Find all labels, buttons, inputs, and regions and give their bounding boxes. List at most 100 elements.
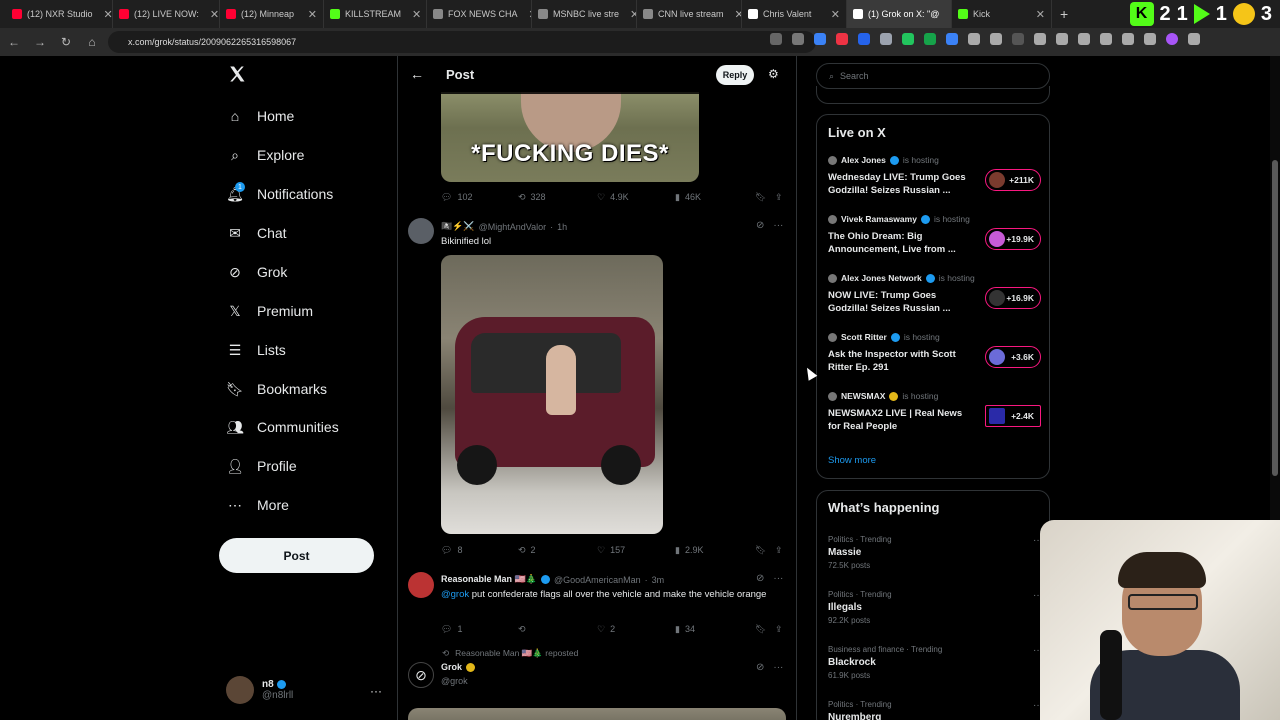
- grok-icon[interactable]: ⊘: [756, 220, 764, 231]
- star-icon[interactable]: [792, 33, 804, 45]
- like-action[interactable]: ♡ 4.9K: [597, 192, 629, 203]
- account-switcher[interactable]: n8 @n8lrll: [226, 676, 293, 704]
- close-icon[interactable]: ✕: [1030, 8, 1045, 21]
- extension-icon[interactable]: [902, 33, 914, 45]
- share-icon[interactable]: ⇪: [775, 192, 783, 203]
- live-item[interactable]: Alex Jones is hosting Wednesday LIVE: Trum…: [828, 155, 1043, 197]
- avatar[interactable]: [408, 572, 434, 598]
- menu-icon[interactable]: [1122, 33, 1134, 45]
- trend-item[interactable]: Politics · Trending Illegals 92.2K posts ··…: [828, 590, 1043, 625]
- more-icon[interactable]: ···: [370, 684, 382, 698]
- more-icon[interactable]: ···: [773, 573, 783, 584]
- close-icon[interactable]: ✕: [729, 8, 741, 21]
- listener-count-pill[interactable]: +19.9K: [985, 228, 1041, 250]
- close-icon[interactable]: ✕: [624, 8, 636, 21]
- tweet-time[interactable]: 3m: [652, 575, 665, 585]
- bookmark-icon[interactable]: 🔖︎: [755, 624, 766, 635]
- sidebar-item-grok[interactable]: ⊘ Grok: [227, 258, 287, 286]
- address-bar[interactable]: x.com/grok/status/2009062265316598067: [108, 31, 816, 53]
- code-icon[interactable]: [1078, 33, 1090, 45]
- x-logo-icon[interactable]: [228, 64, 246, 84]
- sidebar-item-bookmarks[interactable]: 🔖︎ Bookmarks: [226, 375, 327, 403]
- close-icon[interactable]: ✕: [944, 8, 951, 21]
- reply-button[interactable]: Reply: [716, 65, 754, 85]
- repost-text[interactable]: Reasonable Man 🇺🇸🎄 reposted: [455, 648, 578, 659]
- sidebar-item-explore[interactable]: ⌕ Explore: [227, 141, 304, 169]
- author-name[interactable]: Grok: [441, 662, 462, 672]
- author-name[interactable]: 🏴‍☠️⚡⚔️: [441, 221, 475, 232]
- search-input[interactable]: ⌕ Search: [816, 63, 1050, 89]
- bookmark-icon[interactable]: 🔖︎: [755, 192, 766, 203]
- reply-action[interactable]: 💬︎ 102: [441, 192, 472, 203]
- author-name[interactable]: Reasonable Man 🇺🇸🎄: [441, 574, 537, 585]
- bookmark-icon[interactable]: 🔖︎: [755, 545, 766, 556]
- extension-icon[interactable]: [858, 33, 870, 45]
- listener-count-pill[interactable]: +211K: [985, 169, 1041, 191]
- home-icon[interactable]: ⌂: [86, 35, 98, 49]
- sidebar-item-lists[interactable]: ☰ Lists: [227, 336, 286, 364]
- cast-icon[interactable]: [1144, 33, 1156, 45]
- media-image[interactable]: [408, 708, 786, 720]
- close-icon[interactable]: ✕: [302, 8, 317, 21]
- reply-action[interactable]: 💬︎ 1: [441, 624, 462, 635]
- browser-tab[interactable]: (12) LIVE NOW: ✕: [113, 0, 220, 28]
- close-icon[interactable]: ✕: [204, 8, 219, 21]
- extension-icon[interactable]: [1012, 33, 1024, 45]
- browser-tab[interactable]: KILLSTREAM ✕: [324, 0, 427, 28]
- browser-tab[interactable]: Kick ✕: [952, 0, 1052, 28]
- browser-tab[interactable]: (12) NXR Studio ✕: [6, 0, 113, 28]
- forward-icon[interactable]: →: [34, 35, 46, 49]
- new-tab-icon[interactable]: +: [1052, 6, 1076, 22]
- mention-link[interactable]: @grok: [441, 589, 469, 600]
- like-action[interactable]: ♡ 2: [597, 624, 615, 635]
- sidebar-item-more[interactable]: ⋯ More: [227, 491, 289, 519]
- back-arrow-icon[interactable]: ←: [410, 66, 424, 82]
- listener-count-pill[interactable]: +2.4K: [985, 405, 1041, 427]
- trend-item[interactable]: Politics · Trending Massie 72.5K posts ···: [828, 535, 1043, 570]
- extension-icon[interactable]: [1056, 33, 1068, 45]
- more-icon[interactable]: ···: [773, 662, 783, 673]
- settings-sliders-icon[interactable]: ⚙: [768, 67, 779, 81]
- listener-count-pill[interactable]: +3.6K: [985, 346, 1041, 368]
- extension-icon[interactable]: [946, 33, 958, 45]
- repost-action[interactable]: ⟲ 2: [518, 545, 536, 556]
- scrollbar-thumb[interactable]: [1272, 160, 1278, 476]
- sidebar-icon[interactable]: [1100, 33, 1112, 45]
- grok-avatar-icon[interactable]: ⊘: [408, 662, 434, 688]
- reload-icon[interactable]: ↻: [60, 35, 72, 49]
- sidebar-item-notifications[interactable]: 🔔︎ Notifications 1: [226, 180, 333, 208]
- browser-tab[interactable]: (12) Minneap ✕: [220, 0, 324, 28]
- author-handle[interactable]: @MightAndValor: [479, 222, 547, 232]
- close-icon[interactable]: ✕: [406, 8, 421, 21]
- post-button[interactable]: Post: [219, 538, 374, 573]
- media-image[interactable]: [441, 255, 663, 534]
- browser-tab[interactable]: MSNBC live stre ✕: [532, 0, 637, 28]
- extension-icon[interactable]: [968, 33, 980, 45]
- grok-icon[interactable]: ⊘: [756, 573, 764, 584]
- sidebar-item-profile[interactable]: 👤︎ Profile: [226, 452, 297, 480]
- listener-count-pill[interactable]: +16.9K: [985, 287, 1041, 309]
- sidebar-item-premium[interactable]: 𝕏 Premium: [227, 297, 313, 325]
- browser-tab[interactable]: CNN live stream ✕: [637, 0, 742, 28]
- tweet-time[interactable]: 1h: [557, 222, 567, 232]
- back-icon[interactable]: ←: [8, 35, 20, 49]
- browser-tab[interactable]: Chris Valent ✕: [742, 0, 847, 28]
- puzzle-icon[interactable]: [990, 33, 1002, 45]
- close-icon[interactable]: ✕: [98, 8, 112, 21]
- views-action[interactable]: ▮ 34: [675, 624, 695, 635]
- views-action[interactable]: ▮ 2.9K: [675, 545, 703, 556]
- extension-icon[interactable]: [924, 33, 936, 45]
- avatar[interactable]: [408, 218, 434, 244]
- profile-avatar-icon[interactable]: [1166, 33, 1178, 45]
- reply-action[interactable]: 💬︎ 8: [441, 545, 462, 556]
- browser-tab[interactable]: FOX NEWS CHA ✕: [427, 0, 532, 28]
- sidebar-item-communities[interactable]: 👥︎ Communities: [226, 413, 339, 441]
- extension-icon[interactable]: [814, 33, 826, 45]
- repost-action[interactable]: ⟲: [518, 624, 526, 635]
- views-action[interactable]: ▮ 46K: [675, 192, 701, 203]
- live-item[interactable]: NEWSMAX is hosting NEWSMAX2 LIVE | Real Ne…: [828, 391, 1043, 433]
- author-handle[interactable]: @GoodAmericanMan: [554, 575, 641, 585]
- close-icon[interactable]: ✕: [825, 8, 840, 21]
- share-icon[interactable]: ⇪: [775, 545, 783, 556]
- browser-tab-active[interactable]: (1) Grok on X: "@ ✕: [847, 0, 952, 28]
